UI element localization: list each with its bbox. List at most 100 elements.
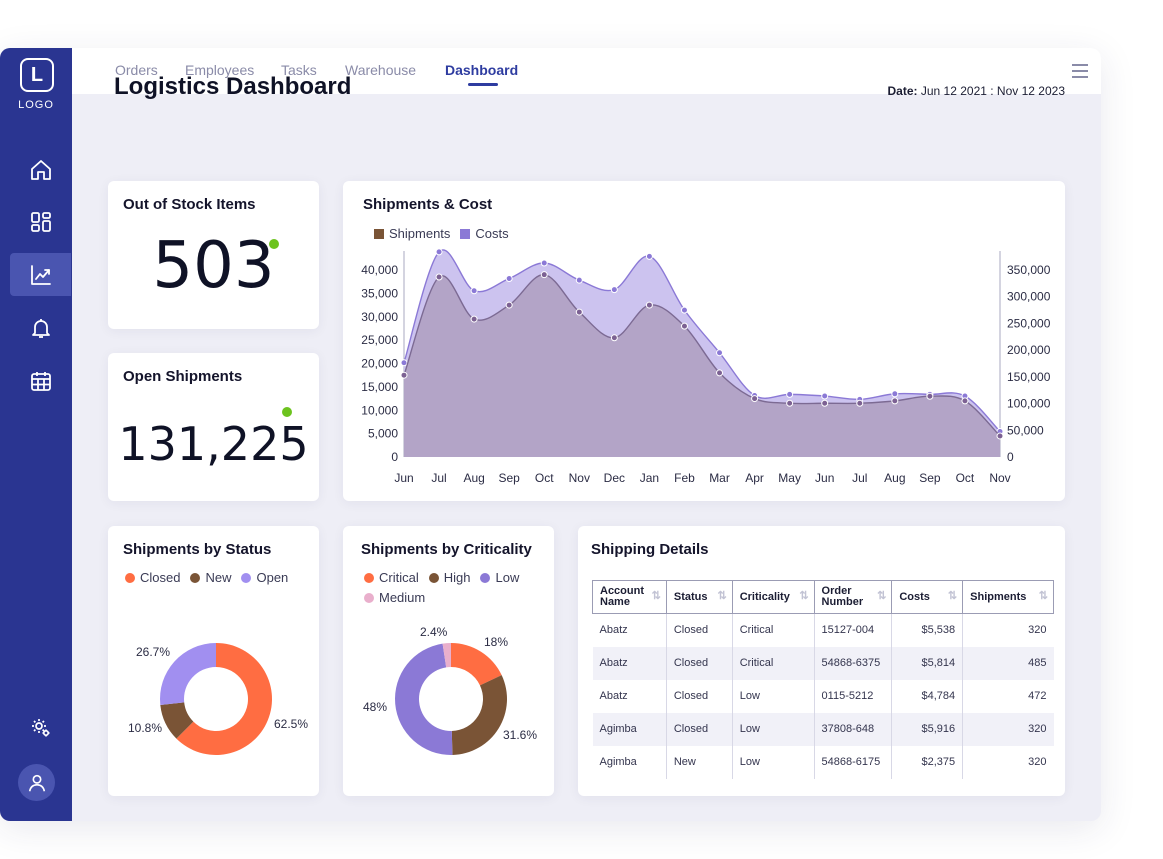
cell-shipments: 320 xyxy=(962,613,1054,647)
hamburger-icon[interactable] xyxy=(1070,63,1090,79)
data-point-costs[interactable] xyxy=(575,276,583,284)
card-title: Open Shipments xyxy=(123,368,243,385)
data-point-shipments[interactable] xyxy=(751,395,759,403)
slice-label: 31.6% xyxy=(503,728,537,742)
x-tick: Feb xyxy=(674,471,695,485)
data-point-costs[interactable] xyxy=(470,287,478,295)
cell-criticality: Critical xyxy=(731,613,815,647)
x-tick: Jul xyxy=(431,471,446,485)
data-point-shipments[interactable] xyxy=(400,371,408,379)
open-shipments-value: 131,225 xyxy=(118,417,309,471)
cell-criticality: Low xyxy=(731,679,815,713)
table-row[interactable]: Abatz Closed Critical 54868-6375 $5,814 … xyxy=(592,646,1054,680)
data-point-costs[interactable] xyxy=(505,275,513,283)
data-point-shipments[interactable] xyxy=(926,392,934,400)
y-tick-left: 30,000 xyxy=(361,310,398,324)
data-point-costs[interactable] xyxy=(540,259,548,267)
data-point-costs[interactable] xyxy=(680,306,688,314)
data-point-shipments[interactable] xyxy=(961,397,969,405)
shipping-table: Account Name ⇅ Status ⇅ Criticality ⇅ Order… xyxy=(592,580,1054,779)
out-of-stock-value: 503 xyxy=(152,229,275,303)
logo-mark[interactable]: L xyxy=(20,58,54,92)
avatar[interactable] xyxy=(18,764,55,801)
data-point-costs[interactable] xyxy=(400,359,408,367)
cell-status: New xyxy=(665,745,733,779)
data-point-shipments[interactable] xyxy=(505,301,513,309)
x-tick: Jan xyxy=(640,471,659,485)
column-header[interactable]: Shipments ⇅ xyxy=(962,580,1054,614)
cell-status: Closed xyxy=(665,646,733,680)
slice-label: 18% xyxy=(484,635,508,649)
data-point-shipments[interactable] xyxy=(540,271,548,279)
table-row[interactable]: Abatz Closed Low 0115-5212 $4,784 472 xyxy=(593,679,1054,713)
sort-icon[interactable]: ⇅ xyxy=(717,591,726,602)
cell-costs: $4,784 xyxy=(891,679,963,713)
column-header[interactable]: Account Name ⇅ xyxy=(592,580,667,614)
status-donut-chart: 62.5% 10.8% 26.7% xyxy=(128,643,308,755)
table-row[interactable]: Agimba New Low 54868-6175 $2,375 320 xyxy=(593,745,1054,779)
sidebar-item-notifications[interactable] xyxy=(10,306,71,349)
data-point-shipments[interactable] xyxy=(645,301,653,309)
cell-account: Abatz xyxy=(592,646,667,680)
data-point-costs[interactable] xyxy=(716,349,724,357)
data-point-costs[interactable] xyxy=(786,390,794,398)
cell-shipments: 320 xyxy=(962,712,1054,746)
slice-low[interactable] xyxy=(394,643,453,755)
cell-account: Abatz xyxy=(599,624,628,637)
slice-high[interactable] xyxy=(451,675,507,755)
slice-label: 10.8% xyxy=(128,721,162,735)
sidebar: L LOGO xyxy=(0,48,72,821)
cell-order-number: 15127-004 xyxy=(813,613,892,647)
data-point-shipments[interactable] xyxy=(680,322,688,330)
data-point-shipments[interactable] xyxy=(470,315,478,323)
data-point-shipments[interactable] xyxy=(786,399,794,407)
column-header[interactable]: Costs ⇅ xyxy=(891,580,964,614)
sort-icon[interactable]: ⇅ xyxy=(1039,591,1048,602)
sort-icon[interactable]: ⇅ xyxy=(877,591,886,602)
y-tick-left: 35,000 xyxy=(361,286,398,300)
cell-costs: $5,916 xyxy=(891,712,963,746)
data-point-shipments[interactable] xyxy=(891,397,899,405)
sidebar-item-grid[interactable] xyxy=(10,200,71,243)
tab-warehouse[interactable]: Warehouse xyxy=(345,62,416,78)
sort-icon[interactable]: ⇅ xyxy=(799,591,808,602)
sidebar-item-analytics[interactable] xyxy=(10,253,71,296)
tab-dashboard[interactable]: Dashboard xyxy=(445,62,518,78)
cell-costs: $5,538 xyxy=(891,613,963,647)
column-label: Order Number xyxy=(821,585,864,608)
data-point-shipments[interactable] xyxy=(856,399,864,407)
table-row[interactable]: Abatz Closed Critical 15127-004 $5,538 3… xyxy=(593,613,1054,647)
sort-icon[interactable]: ⇅ xyxy=(652,591,661,602)
cell-criticality: Low xyxy=(731,712,815,746)
data-point-shipments[interactable] xyxy=(435,273,443,281)
cell-order-number: 54868-6375 xyxy=(813,646,892,680)
y-tick-left: 10,000 xyxy=(361,403,398,417)
data-point-shipments[interactable] xyxy=(610,334,618,342)
y-tick-left: 40,000 xyxy=(361,263,398,277)
x-tick: Oct xyxy=(535,471,554,485)
slice-label: 26.7% xyxy=(136,645,170,659)
data-point-shipments[interactable] xyxy=(821,399,829,407)
data-point-shipments[interactable] xyxy=(716,369,724,377)
cell-criticality: Critical xyxy=(731,646,815,680)
column-header[interactable]: Criticality ⇅ xyxy=(731,580,815,614)
column-header[interactable]: Order Number ⇅ xyxy=(813,580,893,614)
x-tick: Aug xyxy=(884,471,905,485)
data-point-shipments[interactable] xyxy=(996,432,1004,440)
data-point-costs[interactable] xyxy=(821,392,829,400)
sidebar-item-settings[interactable] xyxy=(10,706,71,749)
card-title: Shipping Details xyxy=(591,541,709,558)
sidebar-item-calendar[interactable] xyxy=(10,359,71,402)
column-header[interactable]: Status ⇅ xyxy=(665,580,733,614)
data-point-costs[interactable] xyxy=(891,390,899,398)
sidebar-item-home[interactable] xyxy=(10,148,71,191)
data-point-costs[interactable] xyxy=(645,252,653,260)
date-range[interactable]: Date: Jun 12 2021 : Nov 12 2023 xyxy=(888,84,1065,98)
data-point-shipments[interactable] xyxy=(575,308,583,316)
sort-icon[interactable]: ⇅ xyxy=(948,591,957,602)
data-point-costs[interactable] xyxy=(610,286,618,294)
data-point-costs[interactable] xyxy=(435,248,443,256)
cell-costs: $2,375 xyxy=(891,745,963,779)
y-tick-left: 5,000 xyxy=(368,427,398,441)
table-row[interactable]: Agimba Closed Low 37808-648 $5,916 320 xyxy=(592,712,1054,746)
